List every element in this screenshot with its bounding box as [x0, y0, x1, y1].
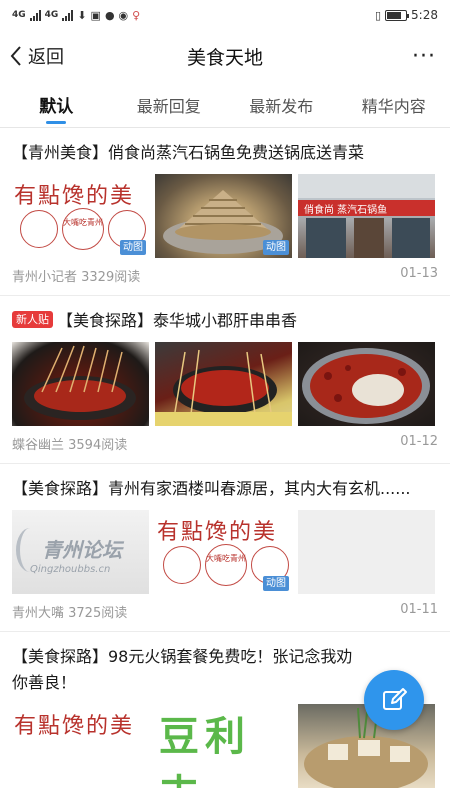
back-button[interactable]: 返回	[8, 30, 64, 82]
forum-name: 青州论坛	[42, 538, 122, 562]
weibo-icon: ◉	[118, 8, 129, 22]
compose-button[interactable]	[364, 670, 424, 730]
post-title[interactable]: 【青州美食】俏食尚蒸汽石锅鱼免费送锅底送青菜	[12, 140, 438, 166]
image-icon: ▣	[90, 8, 101, 22]
post-image-forum-logo[interactable]: 青州论坛 Qingzhoubbs.cn	[12, 510, 149, 594]
post-image-photo[interactable]	[12, 342, 149, 426]
new-post-badge: 新人贴	[12, 311, 53, 328]
signal-label-1: 4G	[12, 10, 26, 20]
tab-label: 精华内容	[361, 96, 426, 116]
vibrate-icon: ▯	[374, 8, 382, 22]
page-title: 美食天地	[186, 46, 263, 69]
signal-bars-icon-2	[62, 9, 74, 21]
plate-label: 大嘴吃青州	[205, 544, 247, 586]
status-right: ▯ 5:28	[375, 8, 438, 22]
author-reads: 青州小记者 3329阅读	[12, 270, 141, 285]
tab-latest-post[interactable]: 最新发布	[225, 82, 338, 127]
post-item[interactable]: 【美食探路】青州有家酒楼叫春源居，其内大有玄机...... 青州论坛 Qingz…	[0, 464, 450, 632]
storefront-icon	[298, 174, 435, 258]
tab-label: 默认	[39, 97, 74, 117]
status-bar: 4G 4G ⬇ ▣ ● ◉ ♀ ▯ 5:28	[0, 0, 450, 30]
post-meta: 蝶谷幽兰 3594阅读 01-12	[12, 426, 438, 463]
post-image-photo[interactable]	[298, 342, 435, 426]
skewers-icon	[24, 345, 136, 420]
more-dots-icon[interactable]: ···	[412, 30, 436, 82]
tab-default[interactable]: 默认	[0, 82, 113, 127]
post-image-logo[interactable]: 有點馋的美	[12, 704, 149, 788]
logo-text: 有點馋的美	[157, 520, 278, 545]
gif-tag: 动图	[263, 240, 289, 255]
status-left: 4G 4G ⬇ ▣ ● ◉ ♀	[12, 9, 140, 22]
post-image-photo[interactable]	[155, 342, 292, 426]
post-images: 青州论坛 Qingzhoubbs.cn 有點馋的美 大嘴吃青州 动图	[12, 510, 438, 594]
title-bar: 返回 美食天地 ···	[0, 30, 450, 82]
tab-bar: 默认 最新回复 最新发布 精华内容	[0, 82, 450, 128]
plate-label: 大嘴吃青州	[62, 208, 104, 250]
tab-latest-reply[interactable]: 最新回复	[113, 82, 226, 127]
battery-icon	[385, 9, 410, 21]
download-icon: ⬇	[77, 8, 87, 22]
tab-featured[interactable]: 精华内容	[338, 82, 450, 127]
post-title-text: 【美食探路】泰华城小郡肝串串香	[57, 311, 298, 330]
post-title[interactable]: 【美食探路】青州有家酒楼叫春源居，其内大有玄机......	[12, 476, 438, 502]
plate-icon	[163, 546, 201, 584]
signal-label-2: 4G	[44, 10, 59, 20]
green-logo-text: 豆利丰	[159, 714, 251, 788]
logo-text: 有點馋的美	[14, 184, 135, 209]
forum-url: Qingzhoubbs.cn	[30, 564, 111, 575]
signal-bars-icon	[29, 9, 41, 21]
plate-icon	[20, 210, 58, 248]
chat-icon: ●	[104, 8, 115, 22]
post-date: 01-13	[400, 266, 438, 281]
gif-tag: 动图	[263, 576, 289, 591]
author-reads: 蝶谷幽兰 3594阅读	[12, 438, 128, 453]
post-title[interactable]: 新人贴 【美食探路】泰华城小郡肝串串香	[12, 308, 438, 334]
tab-label: 最新回复	[136, 96, 201, 116]
hotpot-icon	[302, 348, 430, 424]
post-image-photo[interactable]: 动图	[155, 174, 292, 258]
notification-icon: ♀	[132, 8, 141, 22]
post-meta: 青州小记者 3329阅读 01-13	[12, 258, 438, 295]
post-date: 01-12	[400, 434, 438, 449]
author-reads: 青州大嘴 3725阅读	[12, 606, 128, 621]
logo-text: 有點馋的美	[14, 714, 135, 739]
post-image-placeholder[interactable]	[298, 510, 435, 594]
hotpot-icon	[155, 349, 292, 426]
post-image-storefront[interactable]: 俏食尚 蒸汽石锅鱼	[298, 174, 435, 258]
post-images: 有點馋的美 大嘴吃青州 动图 动图 俏食尚 蒸汽石锅鱼	[12, 174, 438, 258]
post-images	[12, 342, 438, 426]
post-image-logo[interactable]: 有點馋的美 大嘴吃青州 动图	[155, 510, 292, 594]
post-item[interactable]: 新人贴 【美食探路】泰华城小郡肝串串香 蝶谷幽兰 3594阅读 01-12	[0, 296, 450, 464]
gif-tag: 动图	[120, 240, 146, 255]
edit-icon	[383, 688, 407, 710]
tab-label: 最新发布	[249, 96, 314, 116]
post-date: 01-11	[400, 602, 438, 617]
post-meta: 青州大嘴 3725阅读 01-11	[12, 594, 438, 631]
chevron-left-icon	[10, 46, 21, 66]
post-image-logo[interactable]: 有點馋的美 大嘴吃青州 动图	[12, 174, 149, 258]
back-label: 返回	[28, 47, 64, 68]
post-item[interactable]: 【青州美食】俏食尚蒸汽石锅鱼免费送锅底送青菜 有點馋的美 大嘴吃青州 动图 动图	[0, 128, 450, 296]
clock: 5:28	[411, 8, 438, 22]
tab-indicator	[46, 121, 67, 124]
store-sign: 俏食尚 蒸汽石锅鱼	[304, 205, 388, 216]
post-image-green-logo[interactable]: 豆利丰	[155, 704, 292, 788]
